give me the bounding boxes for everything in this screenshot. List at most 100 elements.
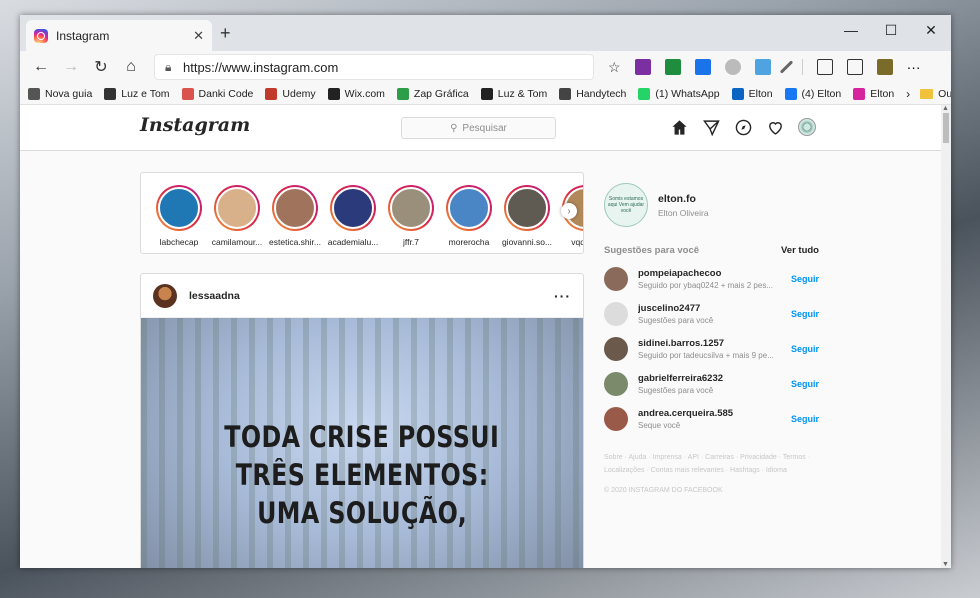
- tab-title: Instagram: [56, 28, 110, 43]
- bookmark-item[interactable]: Udemy: [265, 87, 316, 100]
- follow-button[interactable]: Seguir: [791, 379, 819, 389]
- story-item[interactable]: academialu...: [323, 185, 383, 247]
- see-all-link[interactable]: Ver tudo: [781, 245, 819, 256]
- profile-card: Somis estamos aqui Vem ajudar você elton…: [604, 183, 819, 227]
- bookmark-item[interactable]: Elton: [731, 87, 773, 100]
- bookmark-item[interactable]: (4) Elton: [784, 87, 842, 100]
- bookmarks-bar: Nova guia Luz e Tom Danki Code Udemy Wix.com…: [20, 83, 951, 105]
- bookmark-favicon-icon: [784, 87, 797, 100]
- follow-button[interactable]: Seguir: [791, 274, 819, 284]
- story-item[interactable]: giovanni.so...: [497, 185, 557, 247]
- bookmark-item[interactable]: Elton: [853, 87, 894, 100]
- suggestion-avatar[interactable]: [604, 371, 628, 396]
- profile-username[interactable]: elton.fo: [658, 193, 709, 205]
- bookmark-item[interactable]: Wix.com: [327, 87, 385, 100]
- suggestion-avatar[interactable]: [604, 301, 628, 326]
- scroll-down-icon[interactable]: ▼: [942, 561, 949, 568]
- new-tab-icon[interactable]: +: [220, 23, 231, 44]
- activity-heart-icon[interactable]: [766, 118, 784, 136]
- story-username: academialu...: [327, 237, 379, 247]
- suggestion-item: gabrielferreira6232 Sugestões para você Se…: [604, 371, 819, 396]
- more-options-icon[interactable]: ···: [554, 288, 571, 304]
- suggestions-list: pompeiapachecoo Seguido por ybaq0242 + ma…: [604, 266, 819, 431]
- page-scrollbar[interactable]: ▲ ▼: [941, 105, 951, 568]
- post-author-username[interactable]: lessaadna: [189, 290, 554, 302]
- post-image[interactable]: TODA CRISE POSSUI TRÊS ELEMENTOS: UMA SO…: [141, 318, 583, 568]
- refresh-icon[interactable]: ↻: [86, 57, 116, 77]
- story-ring: [446, 185, 492, 231]
- bookmark-label: Zap Gráfica: [413, 87, 469, 100]
- url-text: https://www.instagram.com: [183, 59, 339, 75]
- story-item[interactable]: morerocha: [439, 185, 499, 247]
- collections-icon[interactable]: [846, 59, 863, 75]
- address-bar[interactable]: 🔒︎ https://www.instagram.com: [154, 54, 594, 80]
- story-username: giovanni.so...: [501, 237, 553, 247]
- stories-next-icon[interactable]: ›: [561, 203, 577, 219]
- bookmark-favicon-icon: [396, 87, 409, 100]
- screenshot-icon[interactable]: [754, 59, 771, 75]
- suggestion-username[interactable]: gabrielferreira6232: [638, 373, 791, 384]
- scrollbar-thumb[interactable]: [943, 113, 949, 143]
- story-avatar: [390, 187, 432, 229]
- explore-compass-icon[interactable]: [734, 118, 752, 136]
- follow-button[interactable]: Seguir: [791, 344, 819, 354]
- scroll-up-icon[interactable]: ▲: [942, 105, 949, 112]
- bookmark-label: Handytech: [576, 87, 627, 100]
- profile-nav-avatar[interactable]: [798, 118, 816, 136]
- suggestion-username[interactable]: juscelino2477: [638, 303, 791, 314]
- back-icon[interactable]: ←: [26, 58, 56, 76]
- eyedropper-icon[interactable]: [779, 60, 793, 74]
- other-favorites-folder[interactable]: Outros favoritos: [920, 88, 951, 100]
- forward-icon[interactable]: →: [56, 58, 86, 76]
- home-icon[interactable]: ⌂: [116, 58, 146, 76]
- instagram-logo[interactable]: Instagram: [140, 114, 250, 136]
- story-item[interactable]: estetica.shir...: [265, 185, 325, 247]
- bookmark-favicon-icon: [181, 87, 194, 100]
- tab-instagram[interactable]: Instagram ✕: [26, 20, 212, 51]
- suggestion-avatar[interactable]: [604, 336, 628, 361]
- suggestion-username[interactable]: pompeiapachecoo: [638, 268, 791, 279]
- bookmark-item[interactable]: Luz & Tom: [480, 87, 548, 100]
- bookmark-item[interactable]: Luz e Tom: [104, 87, 170, 100]
- favorite-star-icon[interactable]: ☆: [608, 59, 621, 76]
- download-icon[interactable]: [664, 59, 681, 75]
- bookmark-label: (1) WhatsApp: [655, 87, 720, 100]
- suggestion-username[interactable]: andrea.cerqueira.585: [638, 408, 791, 419]
- bookmark-item[interactable]: (1) WhatsApp: [638, 87, 720, 100]
- quote-line: TODA CRISE POSSUI: [224, 420, 500, 454]
- menu-dots-icon[interactable]: ···: [907, 59, 921, 75]
- suggestion-avatar[interactable]: [604, 266, 628, 291]
- follow-button[interactable]: Seguir: [791, 309, 819, 319]
- bookmark-item[interactable]: Handytech: [559, 87, 627, 100]
- footer-links[interactable]: Sobre · Ajuda · Imprensa · API · Carreir…: [604, 451, 819, 477]
- maximize-icon[interactable]: ☐: [871, 15, 911, 45]
- github-icon[interactable]: [724, 59, 741, 75]
- direct-message-icon[interactable]: [702, 118, 720, 136]
- suggestion-avatar[interactable]: [604, 406, 628, 431]
- bookmark-label: Luz & Tom: [497, 87, 548, 100]
- close-tab-icon[interactable]: ✕: [193, 28, 204, 44]
- profile-avatar-icon[interactable]: [876, 59, 893, 75]
- bookmark-label: (4) Elton: [801, 87, 842, 100]
- story-item[interactable]: labchecap: [149, 185, 209, 247]
- home-nav-icon[interactable]: [670, 118, 688, 136]
- follow-button[interactable]: Seguir: [791, 414, 819, 424]
- story-item[interactable]: jffr.7: [381, 185, 441, 247]
- story-avatar: [332, 187, 374, 229]
- profile-avatar[interactable]: Somis estamos aqui Vem ajudar você: [604, 183, 648, 227]
- minimize-icon[interactable]: —: [831, 15, 871, 45]
- bookmark-item[interactable]: Danki Code: [181, 87, 253, 100]
- close-window-icon[interactable]: ✕: [911, 15, 951, 45]
- reading-list-icon[interactable]: [816, 59, 833, 75]
- bookmark-item[interactable]: Zap Gráfica: [396, 87, 469, 100]
- story-item[interactable]: camilamour...: [207, 185, 267, 247]
- search-input[interactable]: ⚲ Pesquisar: [401, 117, 556, 139]
- bookmark-label: Nova guia: [45, 87, 93, 100]
- post-author-avatar[interactable]: [153, 283, 177, 308]
- onenote-icon[interactable]: [634, 59, 651, 75]
- suggestion-username[interactable]: sidinei.barros.1257: [638, 338, 791, 349]
- more-bookmarks-icon[interactable]: ›: [906, 87, 910, 101]
- translate-icon[interactable]: [694, 59, 711, 75]
- bookmark-favicon-icon: [853, 87, 866, 100]
- bookmark-item[interactable]: Nova guia: [28, 87, 93, 100]
